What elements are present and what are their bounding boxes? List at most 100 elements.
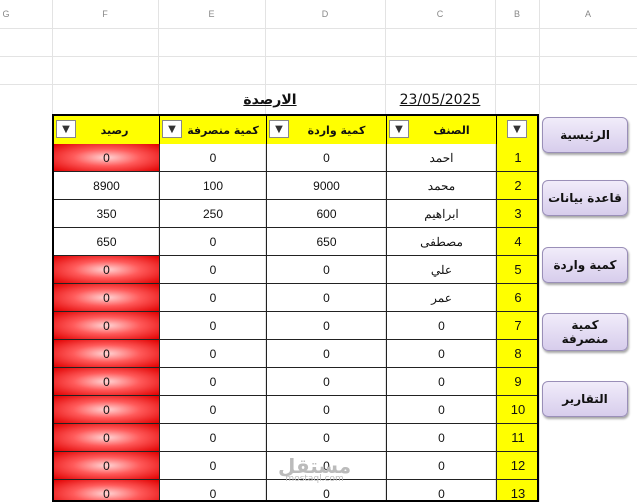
home-button[interactable]: الرئيسية [542,117,628,153]
balance-cell[interactable]: 650 [54,228,160,256]
table-row: 0 0 0 0 11 [54,424,537,452]
received-cell[interactable]: 0 [267,340,387,368]
column-header-f[interactable]: F [52,0,158,28]
watermark-site: mostaql.com [285,474,344,484]
spent-cell[interactable]: 0 [160,312,267,340]
received-cell[interactable]: 9000 [267,172,387,200]
item-cell[interactable]: محمد [387,172,497,200]
header-item: ▼ الصنف [387,116,497,144]
row-index-cell[interactable]: 12 [497,452,537,480]
row-index-cell[interactable]: 11 [497,424,537,452]
column-header-a[interactable]: A [539,0,637,28]
item-cell[interactable]: عمر [387,284,497,312]
table-row: 8900 100 9000 محمد 2 [54,172,537,200]
spent-cell[interactable]: 0 [160,228,267,256]
header-item-label: الصنف [433,123,470,137]
table-row: 0 0 0 0 10 [54,396,537,424]
item-cell[interactable]: ابراهيم [387,200,497,228]
item-cell[interactable]: 0 [387,480,497,500]
received-cell[interactable]: 0 [267,424,387,452]
row-index-cell[interactable]: 9 [497,368,537,396]
balance-cell[interactable]: 0 [54,144,160,172]
item-cell[interactable]: 0 [387,340,497,368]
spent-cell[interactable]: 250 [160,200,267,228]
received-cell[interactable]: 650 [267,228,387,256]
row-index-cell[interactable]: 7 [497,312,537,340]
balances-table: ▼ رصيد ▼ كمية منصرفة ▼ كمية واردة ▼ الصن… [52,114,539,502]
table-row: 350 250 600 ابراهيم 3 [54,200,537,228]
row-index-cell[interactable]: 10 [497,396,537,424]
date-label: 23/05/2025 [399,92,481,108]
column-header-g[interactable]: G [0,0,12,28]
filter-dropdown-icon[interactable]: ▼ [507,120,527,138]
column-header-e[interactable]: E [158,0,265,28]
balance-cell[interactable]: 0 [54,396,160,424]
header-balance: ▼ رصيد [54,116,160,144]
watermark: مستقل mostaql.com [278,454,351,484]
balance-cell[interactable]: 0 [54,424,160,452]
spent-cell[interactable]: 0 [160,480,267,500]
gridline [0,84,637,85]
table-row: 00009 [54,368,537,396]
spent-cell[interactable]: 0 [160,256,267,284]
spent-cell[interactable]: 0 [160,368,267,396]
balance-cell[interactable]: 0 [54,312,160,340]
spent-cell[interactable]: 0 [160,452,267,480]
balance-cell[interactable]: 0 [54,368,160,396]
received-cell[interactable]: 0 [267,284,387,312]
header-index: ▼ [497,116,537,144]
row-index-cell[interactable]: 4 [497,228,537,256]
filter-dropdown-icon[interactable]: ▼ [389,120,409,138]
item-cell[interactable]: 0 [387,312,497,340]
row-index-cell[interactable]: 1 [497,144,537,172]
spent-cell[interactable]: 0 [160,284,267,312]
filter-dropdown-icon[interactable]: ▼ [162,120,182,138]
gridline [0,56,637,57]
filter-dropdown-icon[interactable]: ▼ [269,120,289,138]
balance-cell[interactable]: 0 [54,452,160,480]
reports-button[interactable]: التقارير [542,381,628,417]
spent-qty-button[interactable]: كمية منصرفة [542,313,628,351]
received-cell[interactable]: 0 [267,256,387,284]
database-button[interactable]: قاعدة بيانات [542,180,628,216]
balance-cell[interactable]: 0 [54,340,160,368]
row-index-cell[interactable]: 6 [497,284,537,312]
spent-cell[interactable]: 0 [160,424,267,452]
balance-cell[interactable]: 0 [54,480,160,500]
header-spent: ▼ كمية منصرفة [160,116,267,144]
balance-cell[interactable]: 0 [54,256,160,284]
item-cell[interactable]: مصطفى [387,228,497,256]
row-index-cell[interactable]: 2 [497,172,537,200]
item-cell[interactable]: علي [387,256,497,284]
item-cell[interactable]: احمد [387,144,497,172]
table-row: 00008 [54,340,537,368]
table-row: 0 0 0 احمد 1 [54,144,537,172]
item-cell[interactable]: 0 [387,368,497,396]
item-cell[interactable]: 0 [387,452,497,480]
received-cell[interactable]: 600 [267,200,387,228]
balance-cell[interactable]: 8900 [54,172,160,200]
row-index-cell[interactable]: 3 [497,200,537,228]
received-qty-button[interactable]: كمية واردة [542,247,628,283]
filter-dropdown-icon[interactable]: ▼ [56,120,76,138]
spent-cell[interactable]: 100 [160,172,267,200]
column-header-b[interactable]: B [495,0,539,28]
received-cell[interactable]: 0 [267,396,387,424]
header-balance-label: رصيد [100,123,129,137]
received-cell[interactable]: 0 [267,144,387,172]
column-header-d[interactable]: D [265,0,385,28]
row-index-cell[interactable]: 8 [497,340,537,368]
item-cell[interactable]: 0 [387,424,497,452]
received-cell[interactable]: 0 [267,368,387,396]
row-index-cell[interactable]: 5 [497,256,537,284]
spent-cell[interactable]: 0 [160,144,267,172]
spent-cell[interactable]: 0 [160,396,267,424]
table-row: 0 0 0 علي 5 [54,256,537,284]
received-cell[interactable]: 0 [267,312,387,340]
row-index-cell[interactable]: 13 [497,480,537,500]
balance-cell[interactable]: 0 [54,284,160,312]
item-cell[interactable]: 0 [387,396,497,424]
column-header-c[interactable]: C [385,0,495,28]
balance-cell[interactable]: 350 [54,200,160,228]
spent-cell[interactable]: 0 [160,340,267,368]
